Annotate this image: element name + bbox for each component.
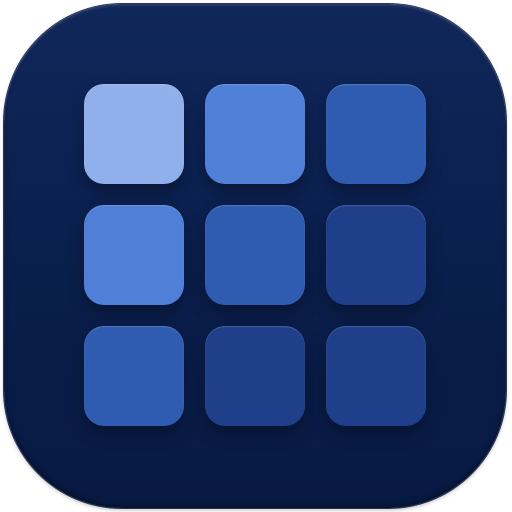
grid-tile: [326, 84, 426, 184]
grid-tile: [205, 84, 305, 184]
grid-tile: [84, 205, 184, 305]
grid-tile: [205, 326, 305, 426]
grid-tile: [84, 326, 184, 426]
grid-tile: [205, 205, 305, 305]
grid-tile: [326, 205, 426, 305]
tile-grid: [84, 84, 426, 426]
grid-app-icon: [4, 4, 506, 508]
grid-tile: [84, 84, 184, 184]
grid-tile: [326, 326, 426, 426]
